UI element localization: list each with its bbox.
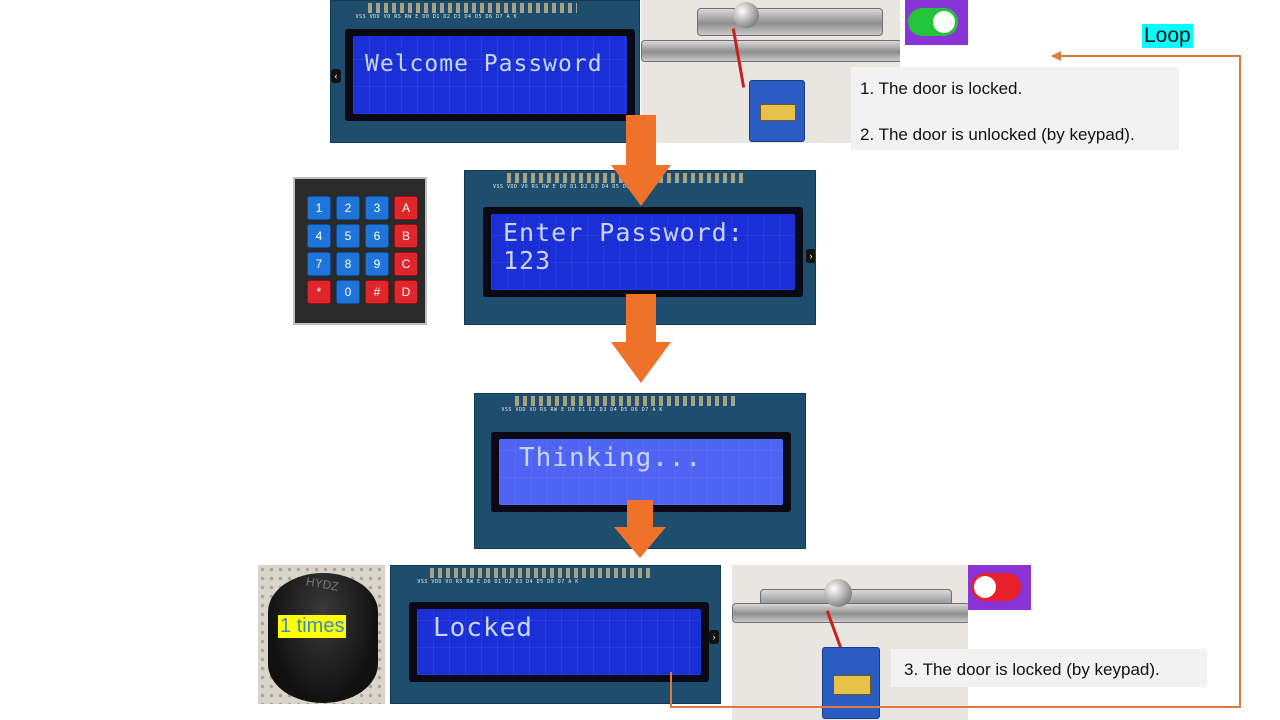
lcd-text-thinking: Thinking... <box>519 443 703 473</box>
buzzer-count-label: 1 times <box>278 615 347 638</box>
lcd-scroll-chevron-icon: ‹ <box>331 69 341 83</box>
keypad-key: 8 <box>336 252 360 276</box>
toggle-off-icon <box>971 573 1021 601</box>
lcd-scroll-chevron-icon: › <box>709 630 719 644</box>
keypad-key: 3 <box>365 196 389 220</box>
servo-motor <box>749 80 805 142</box>
lcd-screen: Enter Password: 123 <box>491 214 795 290</box>
buzzer-photo: HYDZ 1 times <box>258 565 385 704</box>
lcd-text-enter-line2: 123 <box>503 246 552 275</box>
lcd-text-enter-line1: Enter Password: <box>503 218 744 247</box>
note-steps-1-2: 1. The door is locked. 2. The door is un… <box>851 67 1179 150</box>
lcd-screen: Locked <box>417 609 701 675</box>
lcd-pin-labels: VSS VDD VO RS RW E D0 D1 D2 D3 D4 D5 D6 … <box>493 184 655 190</box>
lcd-text-locked: Locked <box>433 613 533 643</box>
lcd-thinking: VSS VDD VO RS RW E D0 D1 D2 D3 D4 D5 D6 … <box>474 393 806 549</box>
bolt-knob <box>824 579 852 607</box>
keypad-key: # <box>365 280 389 304</box>
note-step-3: 3. The door is locked (by keypad). <box>904 660 1160 679</box>
lcd-pin-header <box>367 3 578 13</box>
lcd-welcome: VSS VDD VO RS RW E D0 D1 D2 D3 D4 D5 D6 … <box>330 0 640 143</box>
lcd-frame: Enter Password: 123 <box>483 207 803 297</box>
servo-motor <box>822 647 880 719</box>
bolt-body <box>697 8 883 36</box>
lcd-screen: Welcome Password <box>353 36 627 114</box>
buzzer <box>268 573 378 703</box>
lcd-frame: Thinking... <box>491 432 791 512</box>
keypad-key: A <box>394 196 418 220</box>
lcd-frame: Welcome Password <box>345 29 635 121</box>
note-step-2: 2. The door is unlocked (by keypad). <box>860 125 1135 144</box>
note-step-1: 1. The door is locked. <box>860 79 1023 98</box>
note-step-3-box: 3. The door is locked (by keypad). <box>891 649 1207 687</box>
lcd-screen: Thinking... <box>499 439 783 505</box>
keypad-key: 9 <box>365 252 389 276</box>
keypad-key: 5 <box>336 224 360 248</box>
lcd-pin-header <box>507 173 745 183</box>
bolt-rod <box>641 40 900 62</box>
toggle-off-box <box>968 565 1031 610</box>
keypad-key: B <box>394 224 418 248</box>
keypad-key: 4 <box>307 224 331 248</box>
lcd-scroll-chevron-icon: › <box>806 249 815 263</box>
keypad-key: D <box>394 280 418 304</box>
keypad-4x4: 1 2 3 A 4 5 6 B 7 8 9 C * 0 # D <box>293 177 427 325</box>
lcd-enter-password: VSS VDD VO RS RW E D0 D1 D2 D3 D4 D5 D6 … <box>464 170 816 325</box>
lcd-pin-header <box>430 568 655 578</box>
lcd-locked: VSS VDD VO RS RW E D0 D1 D2 D3 D4 D5 D6 … <box>390 565 721 704</box>
lcd-frame: Locked <box>409 602 709 682</box>
keypad-key: 7 <box>307 252 331 276</box>
keypad-key: 2 <box>336 196 360 220</box>
lock-photo-locked-bottom <box>732 565 968 720</box>
keypad-key: 1 <box>307 196 331 220</box>
bolt-rod <box>732 603 968 623</box>
toggle-on-icon <box>908 8 958 36</box>
keypad-key: 0 <box>336 280 360 304</box>
loop-label: Loop <box>1142 24 1193 48</box>
lcd-pin-labels: VSS VDD VO RS RW E D0 D1 D2 D3 D4 D5 D6 … <box>501 407 663 413</box>
toggle-on-box <box>905 0 968 45</box>
keypad-key: * <box>307 280 331 304</box>
lcd-pin-labels: VSS VDD VO RS RW E D0 D1 D2 D3 D4 D5 D6 … <box>417 579 579 585</box>
lcd-pin-header <box>514 396 739 406</box>
keypad-key: 6 <box>365 224 389 248</box>
keypad-key: C <box>394 252 418 276</box>
lcd-pin-labels: VSS VDD VO RS RW E D0 D1 D2 D3 D4 D5 D6 … <box>355 14 518 20</box>
bolt-knob <box>733 2 759 28</box>
lcd-text-welcome: Welcome Password <box>365 51 603 77</box>
